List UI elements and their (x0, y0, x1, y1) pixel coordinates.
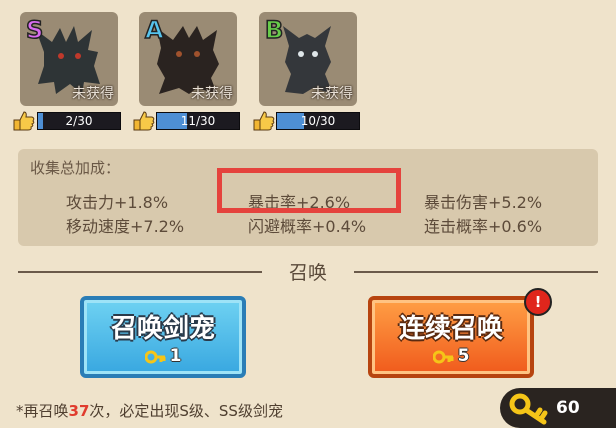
alert-icon: ! (524, 288, 552, 316)
progress-text: 11/30 (180, 114, 216, 128)
stat-combo: 连击概率+0.6% (424, 217, 543, 236)
summon-multi-label: 连续召唤 (398, 314, 503, 344)
key-icon (432, 350, 454, 364)
summon-section-title: 召唤 (288, 262, 327, 284)
summon-single-label: 召唤剑宠 (110, 314, 215, 344)
progress-bar-b: 10/30 (276, 112, 360, 130)
progress-bar-a: 11/30 (156, 112, 240, 130)
summon-multi-button[interactable]: 连续召唤 5 (368, 296, 534, 378)
divider-left (18, 271, 262, 273)
pet-card-b[interactable]: B 未获得 (259, 12, 357, 106)
unobtained-label: 未获得 (311, 86, 353, 102)
key-count: 60 (556, 398, 580, 418)
divider-right (354, 271, 598, 273)
pet-card-s[interactable]: S 未获得 (20, 12, 118, 106)
grade-badge-a: A (144, 16, 164, 44)
footnote-count: 37 (68, 402, 90, 420)
stat-attack: 攻击力+1.8% (66, 193, 169, 212)
pet-card-a[interactable]: A 未获得 (139, 12, 237, 106)
hand-point-icon (253, 111, 275, 131)
stat-crit-damage: 暴击伤害+5.2% (424, 193, 543, 212)
key-counter: 60 (500, 388, 616, 428)
hand-point-icon (133, 111, 155, 131)
unobtained-label: 未获得 (191, 86, 233, 102)
summon-single-cost: 1 (84, 346, 242, 366)
summon-multi-cost: 5 (372, 346, 530, 366)
summon-single-cost-value: 1 (169, 346, 182, 366)
collection-bonus-panel: 收集总加成： 攻击力+1.8% 暴击率+2.6% 暴击伤害+5.2% 移动速度+… (18, 149, 598, 246)
stat-move-speed: 移动速度+7.2% (66, 217, 185, 236)
summon-multi-cost-value: 5 (457, 346, 470, 366)
progress-bar-s: 2/30 (37, 112, 121, 130)
stat-dodge: 闪避概率+0.4% (248, 217, 367, 236)
guarantee-footnote: *再召唤37次，必定出现S级、SS级剑宠 (16, 400, 283, 421)
progress-text: 2/30 (65, 114, 93, 128)
grade-badge-s: S (25, 16, 44, 44)
progress-text: 10/30 (300, 114, 336, 128)
highlight-box (217, 168, 401, 213)
key-icon (144, 350, 166, 364)
key-icon (509, 393, 548, 425)
collection-bonus-title: 收集总加成： (30, 159, 121, 177)
grade-badge-b: B (264, 16, 284, 44)
hand-point-icon (13, 111, 35, 131)
footnote-prefix: *再召唤 (16, 402, 69, 420)
footnote-suffix: 次，必定出现S级、SS级剑宠 (89, 402, 283, 420)
unobtained-label: 未获得 (72, 86, 114, 102)
summon-single-button[interactable]: 召唤剑宠 1 (80, 296, 246, 378)
